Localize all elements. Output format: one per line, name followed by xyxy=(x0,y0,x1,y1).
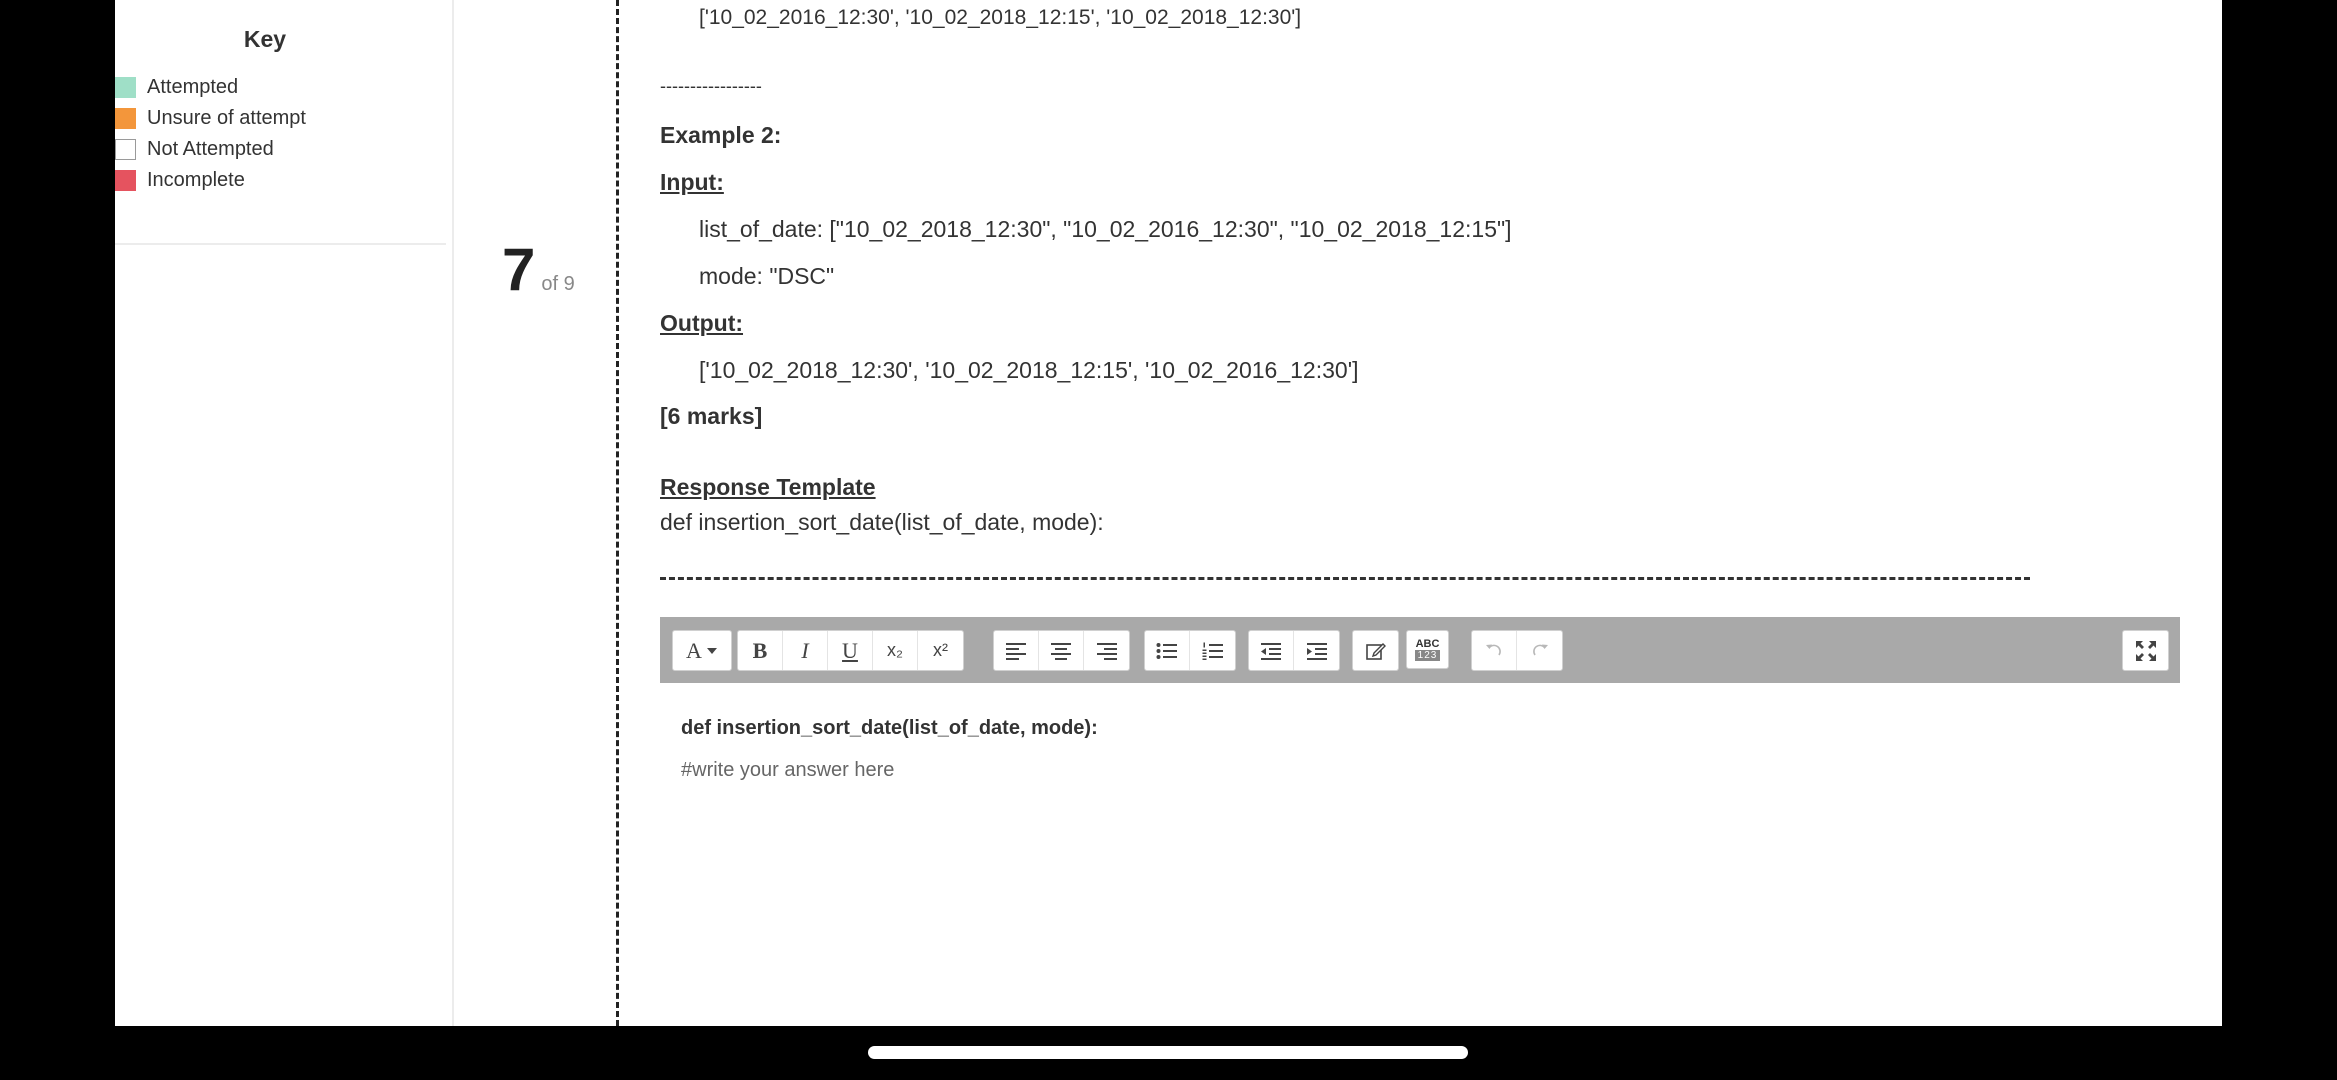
key-item-label: Not Attempted xyxy=(147,138,274,160)
numbered-list-button[interactable] xyxy=(1190,631,1235,670)
font-label: A xyxy=(686,637,702,663)
align-group xyxy=(993,630,1130,671)
redo-icon xyxy=(1532,644,1548,655)
template-separator xyxy=(660,577,2030,580)
key-item-not-attempted: Not Attempted xyxy=(115,134,306,165)
align-right-icon xyxy=(1096,642,1117,660)
input-label: Input: xyxy=(660,169,724,195)
key-item-label: Incomplete xyxy=(147,169,245,191)
bullet-list-icon xyxy=(1156,642,1177,659)
question-number: 7 of 9 xyxy=(502,240,575,300)
fullscreen-icon xyxy=(2135,640,2156,661)
align-right-button[interactable] xyxy=(1084,631,1129,670)
caret-down-icon xyxy=(706,647,717,654)
question-total: of 9 xyxy=(541,273,575,295)
format-group: B I U x₂ x² xyxy=(737,630,964,671)
numbered-list-icon xyxy=(1202,642,1223,660)
question-number-value: 7 xyxy=(502,236,536,303)
subscript-button[interactable]: x₂ xyxy=(873,631,918,670)
input-mode: mode: "DSC" xyxy=(699,263,835,289)
undo-icon xyxy=(1486,644,1501,655)
underline-button[interactable]: U xyxy=(828,631,873,670)
answer-editor: A B I U x₂ x² ABC 123 def insertion_sort… xyxy=(660,617,2180,1017)
edit-icon xyxy=(1365,642,1386,660)
fullscreen-button[interactable] xyxy=(2123,631,2168,670)
example1-output: ['10_02_2016_12:30', '10_02_2018_12:15',… xyxy=(699,6,1302,29)
input-list: list_of_date: ["10_02_2018_12:30", "10_0… xyxy=(699,216,1512,242)
indent-button[interactable] xyxy=(1294,631,1339,670)
edit-group xyxy=(1352,630,1399,671)
editor-content-area[interactable]: def insertion_sort_date(list_of_date, mo… xyxy=(660,683,2180,1017)
bold-button[interactable]: B xyxy=(738,631,783,670)
output-label: Output: xyxy=(660,310,744,336)
key-item-unsure: Unsure of attempt xyxy=(115,103,306,134)
font-group: A xyxy=(672,630,732,671)
fullscreen-group xyxy=(2122,630,2169,671)
history-group xyxy=(1471,630,1563,671)
home-indicator[interactable] xyxy=(868,1046,1468,1059)
key-item-label: Attempted xyxy=(147,76,239,98)
response-template-heading: Response Template xyxy=(660,474,876,500)
output-value: ['10_02_2018_12:30', '10_02_2018_12:15',… xyxy=(699,357,1359,383)
incomplete-swatch xyxy=(115,170,136,191)
key-item-label: Unsure of attempt xyxy=(147,107,306,129)
list-group xyxy=(1144,630,1236,671)
undo-button[interactable] xyxy=(1472,631,1517,670)
spellcheck-group: ABC 123 xyxy=(1406,630,1449,671)
spellcheck-bottom: 123 xyxy=(1414,650,1441,661)
font-button[interactable]: A xyxy=(673,631,731,670)
response-template-code: def insertion_sort_date(list_of_date, mo… xyxy=(660,509,1104,535)
align-left-icon xyxy=(1006,642,1026,660)
question-border xyxy=(616,0,619,1026)
align-center-button[interactable] xyxy=(1039,631,1084,670)
key-title: Key xyxy=(243,26,287,52)
spellcheck-button[interactable]: ABC 123 xyxy=(1406,630,1449,669)
key-item-attempted: Attempted xyxy=(115,72,306,103)
indent-group xyxy=(1248,630,1340,671)
bullet-list-button[interactable] xyxy=(1145,631,1190,670)
unsure-swatch xyxy=(115,108,136,129)
italic-button[interactable]: I xyxy=(783,631,828,670)
example2-heading: Example 2: xyxy=(660,122,782,148)
attempted-swatch xyxy=(115,77,136,98)
exam-screen: Key Attempted Unsure of attempt Not Atte… xyxy=(115,0,2222,1026)
outdent-icon xyxy=(1261,642,1281,660)
redo-button[interactable] xyxy=(1517,631,1562,670)
sidebar: Key Attempted Unsure of attempt Not Atte… xyxy=(115,0,454,1026)
superscript-button[interactable]: x² xyxy=(918,631,963,670)
divider xyxy=(115,243,446,245)
editor-toolbar: A B I U x₂ x² ABC 123 xyxy=(660,617,2180,683)
align-left-button[interactable] xyxy=(994,631,1039,670)
key-item-incomplete: Incomplete xyxy=(115,165,306,196)
separator: ----------------- xyxy=(660,76,762,96)
outdent-button[interactable] xyxy=(1249,631,1294,670)
editor-code-line: def insertion_sort_date(list_of_date, mo… xyxy=(681,717,1098,739)
marks: [6 marks] xyxy=(660,403,763,429)
align-center-icon xyxy=(1051,642,1071,660)
edit-button[interactable] xyxy=(1353,631,1398,670)
spellcheck-top: ABC xyxy=(1415,638,1440,650)
editor-comment-line: #write your answer here xyxy=(681,759,895,781)
key-legend: Attempted Unsure of attempt Not Attempte… xyxy=(115,72,306,196)
indent-icon xyxy=(1306,642,1327,660)
not-attempted-swatch xyxy=(115,139,136,160)
